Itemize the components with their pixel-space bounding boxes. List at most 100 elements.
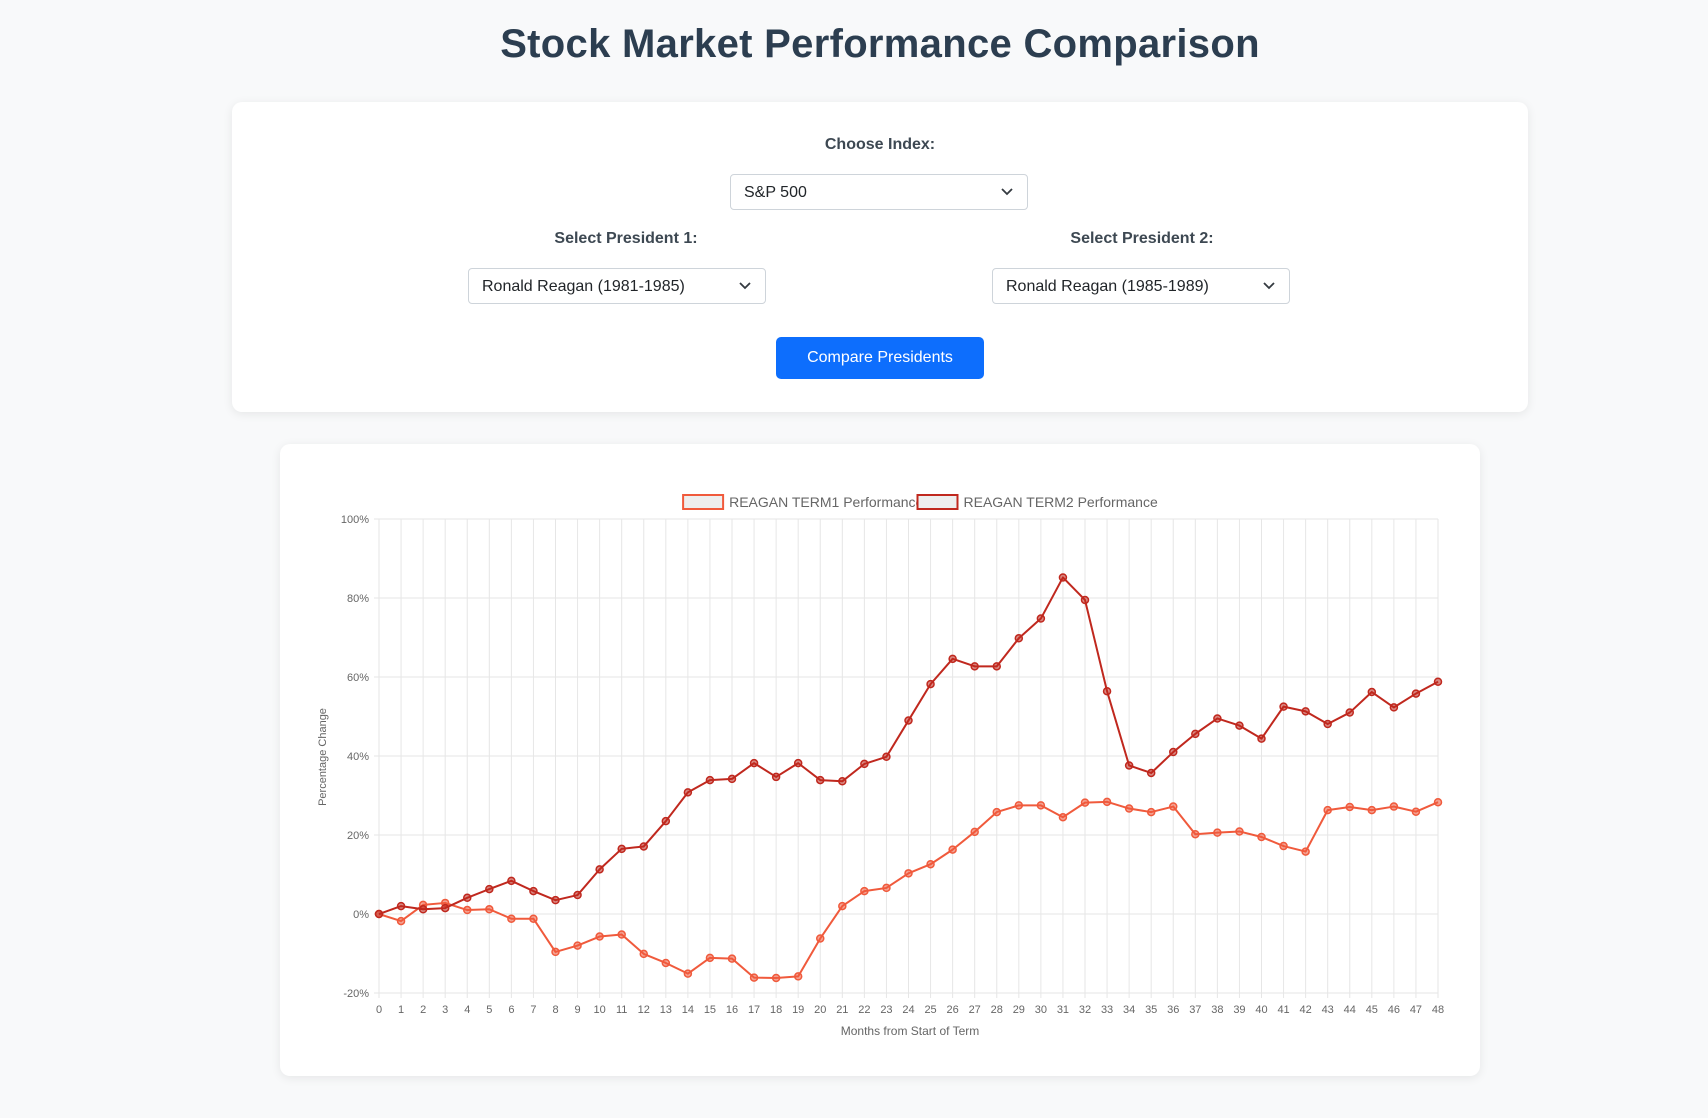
data-point — [727, 774, 737, 784]
data-point — [882, 752, 891, 762]
x-tick-label: 10 — [594, 1004, 606, 1016]
data-point — [749, 758, 759, 768]
chevron-down-icon — [739, 282, 751, 290]
data-point — [463, 893, 472, 903]
data-point — [1389, 802, 1399, 811]
data-point — [1080, 798, 1090, 807]
x-tick-label: 41 — [1277, 1004, 1289, 1016]
data-point — [727, 954, 737, 963]
data-point — [749, 973, 759, 982]
data-point — [860, 759, 869, 769]
data-point — [1345, 802, 1354, 812]
x-tick-label: 2 — [420, 1004, 426, 1016]
data-point — [507, 876, 516, 886]
data-point — [551, 895, 560, 905]
data-point — [838, 777, 847, 786]
legend-swatch — [682, 494, 725, 510]
data-point — [1014, 634, 1024, 643]
index-label: Choose Index: — [824, 136, 936, 153]
data-point — [1014, 801, 1024, 810]
data-point — [705, 953, 715, 963]
data-point — [1213, 714, 1222, 723]
y-tick-label: 100% — [341, 514, 369, 526]
x-tick-label: 11 — [616, 1004, 627, 1016]
x-tick-label: 6 — [508, 1004, 514, 1016]
compare-presidents-button[interactable]: Compare Presidents — [776, 337, 984, 379]
data-point — [992, 807, 1001, 817]
data-point — [904, 869, 913, 878]
data-point — [573, 890, 582, 900]
x-tick-label: 46 — [1388, 1004, 1400, 1016]
data-point — [1433, 677, 1443, 686]
x-tick-label: 30 — [1035, 1004, 1047, 1016]
data-point — [1169, 802, 1178, 811]
x-tick-label: 14 — [682, 1004, 694, 1016]
x-tick-label: 18 — [770, 1004, 782, 1016]
x-tick-label: 8 — [552, 1004, 558, 1016]
data-point — [1058, 573, 1068, 582]
president1-select[interactable]: Ronald Reagan (1981-1985) — [468, 268, 766, 304]
data-point — [1367, 805, 1377, 815]
data-point — [440, 903, 450, 913]
data-point — [1257, 734, 1266, 743]
data-point — [1367, 687, 1377, 697]
data-point — [1146, 768, 1156, 778]
data-point — [1036, 801, 1046, 810]
data-point — [1213, 828, 1222, 837]
data-point — [926, 859, 935, 869]
x-tick-label: 20 — [814, 1004, 826, 1016]
x-tick-label: 25 — [924, 1004, 936, 1016]
data-point — [816, 775, 825, 785]
data-point — [1058, 812, 1068, 822]
data-point — [1191, 729, 1200, 739]
data-point — [396, 901, 406, 911]
data-point — [485, 905, 494, 914]
x-tick-label: 3 — [442, 1004, 448, 1016]
x-tick-label: 34 — [1123, 1004, 1135, 1016]
y-tick-label: 40% — [347, 751, 369, 763]
x-tick-label: 31 — [1057, 1004, 1069, 1016]
x-tick-label: 19 — [792, 1004, 804, 1016]
data-point — [1411, 689, 1421, 698]
president2-select[interactable]: Ronald Reagan (1985-1989) — [992, 268, 1290, 304]
president1-label: Select President 1: — [554, 230, 698, 247]
x-tick-label: 40 — [1255, 1004, 1267, 1016]
controls-panel: Choose Index: S&P 500 Select President 1… — [232, 102, 1528, 412]
x-tick-label: 27 — [969, 1004, 981, 1016]
data-point — [793, 758, 803, 768]
index-select[interactable]: S&P 500 — [730, 174, 1028, 210]
data-point — [1389, 703, 1399, 712]
x-tick-label: 37 — [1189, 1004, 1201, 1016]
x-tick-label: 29 — [1013, 1004, 1025, 1016]
data-point — [771, 772, 781, 782]
x-tick-label: 38 — [1211, 1004, 1223, 1016]
x-tick-label: 17 — [748, 1004, 760, 1016]
data-point — [1235, 827, 1244, 836]
x-tick-label: 48 — [1432, 1004, 1444, 1016]
y-tick-label: 20% — [347, 830, 369, 842]
x-tick-label: 35 — [1145, 1004, 1157, 1016]
y-tick-label: 0% — [353, 909, 369, 921]
data-point — [904, 716, 913, 725]
x-tick-label: 47 — [1410, 1004, 1422, 1016]
x-tick-label: 9 — [575, 1004, 581, 1016]
data-point — [639, 949, 648, 959]
x-tick-label: 26 — [947, 1004, 959, 1016]
data-point — [617, 930, 626, 939]
data-point — [1279, 841, 1288, 851]
x-tick-label: 5 — [486, 1004, 492, 1016]
x-tick-label: 24 — [902, 1004, 914, 1016]
data-point — [529, 886, 538, 896]
x-tick-label: 16 — [726, 1004, 738, 1016]
x-tick-label: 45 — [1366, 1004, 1378, 1016]
data-point — [617, 844, 626, 854]
data-point — [1411, 807, 1421, 816]
data-point — [793, 972, 803, 981]
x-tick-label: 23 — [880, 1004, 892, 1016]
data-point — [529, 914, 538, 923]
chevron-down-icon — [1001, 188, 1013, 196]
data-point — [1102, 686, 1112, 696]
data-point — [639, 842, 648, 851]
data-point — [418, 905, 428, 914]
x-tick-label: 7 — [530, 1004, 536, 1016]
